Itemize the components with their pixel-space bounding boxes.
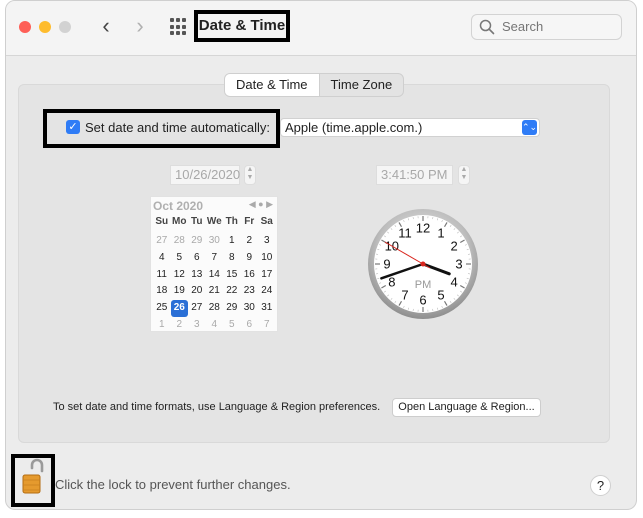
weekday-label: Su [155, 216, 169, 227]
time-server-value: Apple (time.apple.com.) [285, 120, 423, 135]
calendar-day[interactable]: 9 [241, 250, 259, 267]
calendar-day[interactable]: 2 [171, 317, 189, 334]
lock-button[interactable] [11, 454, 55, 507]
calendar-weekdays: Su Mo Tu We Th Fr Sa [153, 216, 276, 227]
clock-number: 12 [416, 221, 430, 236]
calendar-day[interactable]: 3 [188, 317, 206, 334]
calendar-day[interactable]: 6 [188, 250, 206, 267]
calendar-day[interactable]: 23 [241, 283, 259, 300]
calendar-day[interactable]: 18 [153, 283, 171, 300]
calendar-day[interactable]: 12 [171, 267, 189, 284]
clock-number: 7 [401, 288, 408, 303]
calendar-day[interactable]: 19 [171, 283, 189, 300]
calendar-day[interactable]: 10 [258, 250, 276, 267]
tab-date-time[interactable]: Date & Time [225, 74, 320, 96]
back-button[interactable]: ‹ [95, 15, 117, 39]
close-button[interactable] [19, 21, 31, 33]
calendar-day[interactable]: 27 [188, 300, 206, 317]
calendar-day[interactable]: 2 [241, 233, 259, 250]
formats-hint: To set date and time formats, use Langua… [53, 401, 381, 413]
search-input[interactable] [500, 18, 619, 35]
weekday-label: Fr [244, 216, 255, 227]
tab-bar: Date & Time Time Zone [224, 73, 405, 97]
date-field[interactable]: 10/26/2020 [170, 165, 240, 185]
calendar-day[interactable]: 28 [206, 300, 224, 317]
calendar-day[interactable]: 3 [258, 233, 276, 250]
chevron-up-down-icon: ⌃⌄ [522, 120, 537, 135]
unlocked-padlock-icon [22, 458, 44, 494]
lock-hint: Click the lock to prevent further change… [55, 477, 291, 492]
open-language-region-button[interactable]: Open Language & Region... [392, 398, 541, 417]
show-all-grid-icon[interactable] [170, 18, 188, 36]
next-month-icon[interactable]: ▶ [266, 199, 273, 209]
calendar-day[interactable]: 8 [223, 250, 241, 267]
weekday-label: Th [225, 216, 238, 227]
calendar-day[interactable]: 7 [206, 250, 224, 267]
calendar-day[interactable]: 4 [153, 250, 171, 267]
calendar-day[interactable]: 29 [188, 233, 206, 250]
calendar-day[interactable]: 6 [241, 317, 259, 334]
clock-number: 2 [451, 239, 458, 254]
calendar-month-label: Oct 2020 [153, 199, 204, 213]
auto-date-time-checkbox[interactable]: ✓ [66, 120, 80, 134]
title-bar: ‹ › Date & Time [6, 1, 636, 56]
calendar-nav: ◀ ● ▶ [249, 199, 273, 210]
window-title: Date & Time [194, 10, 290, 42]
calendar-day[interactable]: 30 [241, 300, 259, 317]
help-button[interactable]: ? [590, 475, 611, 496]
search-field[interactable] [471, 14, 622, 40]
weekday-label: We [206, 216, 222, 227]
calendar-day[interactable]: 5 [223, 317, 241, 334]
weekday-label: Sa [260, 216, 273, 227]
clock-number: 6 [419, 293, 426, 308]
calendar-day[interactable]: 24 [258, 283, 276, 300]
tab-time-zone[interactable]: Time Zone [320, 74, 404, 96]
calendar-day-selected[interactable]: 26 [170, 300, 188, 317]
calendar-day[interactable]: 27 [153, 233, 171, 250]
calendar-day[interactable]: 28 [171, 233, 189, 250]
calendar-day[interactable]: 14 [206, 267, 224, 284]
time-stepper[interactable]: ▲ ▼ [458, 165, 470, 185]
calendar-day[interactable]: 25 [153, 300, 171, 317]
minimize-button[interactable] [39, 21, 51, 33]
calendar-day[interactable]: 4 [206, 317, 224, 334]
time-field[interactable]: 3:41:50 PM [376, 165, 453, 185]
auto-date-time-label: Set date and time automatically: [85, 120, 270, 135]
calendar-day[interactable]: 5 [171, 250, 189, 267]
calendar-day[interactable]: 17 [258, 267, 276, 284]
clock-number: 9 [383, 257, 390, 272]
clock-center [420, 261, 426, 267]
time-server-select[interactable]: Apple (time.apple.com.) ⌃⌄ [280, 118, 540, 137]
calendar-day[interactable]: 16 [241, 267, 259, 284]
forward-button[interactable]: › [129, 15, 151, 39]
search-icon [479, 19, 495, 35]
calendar-day[interactable]: 7 [258, 317, 276, 334]
clock-number: 11 [398, 225, 412, 240]
clock-number: 1 [437, 225, 444, 240]
calendar-day[interactable]: 11 [153, 267, 171, 284]
clock-number: 4 [451, 275, 458, 290]
calendar-day[interactable]: 30 [206, 233, 224, 250]
calendar-day[interactable]: 1 [223, 233, 241, 250]
clock-number: 5 [437, 288, 444, 303]
calendar-day[interactable]: 13 [188, 267, 206, 284]
calendar-day[interactable]: 21 [206, 283, 224, 300]
calendar-day[interactable]: 29 [223, 300, 241, 317]
calendar-day[interactable]: 22 [223, 283, 241, 300]
calendar-day[interactable]: 15 [223, 267, 241, 284]
calendar-days: 27 28 29 30 1 2 3 4 5 6 7 8 9 10 11 12 13 14 15 16 17 18 19 20 2… [153, 233, 276, 334]
calendar-day[interactable]: 20 [188, 283, 206, 300]
calendar-day[interactable]: 1 [153, 317, 171, 334]
clock-meridiem: PM [415, 279, 432, 291]
today-dot-icon[interactable]: ● [258, 199, 263, 209]
weekday-label: Mo [172, 216, 187, 227]
clock-number: 3 [455, 257, 462, 272]
calendar: Oct 2020 ◀ ● ▶ Su Mo Tu We Th Fr Sa 27 28 29 30 1 2… [150, 196, 278, 332]
analog-clock: 121234567891011 PM [368, 209, 478, 319]
date-stepper[interactable]: ▲ ▼ [244, 165, 256, 185]
calendar-day[interactable]: 31 [258, 300, 276, 317]
weekday-label: Tu [191, 216, 203, 227]
previous-month-icon[interactable]: ◀ [249, 199, 256, 209]
zoom-button[interactable] [59, 21, 71, 33]
